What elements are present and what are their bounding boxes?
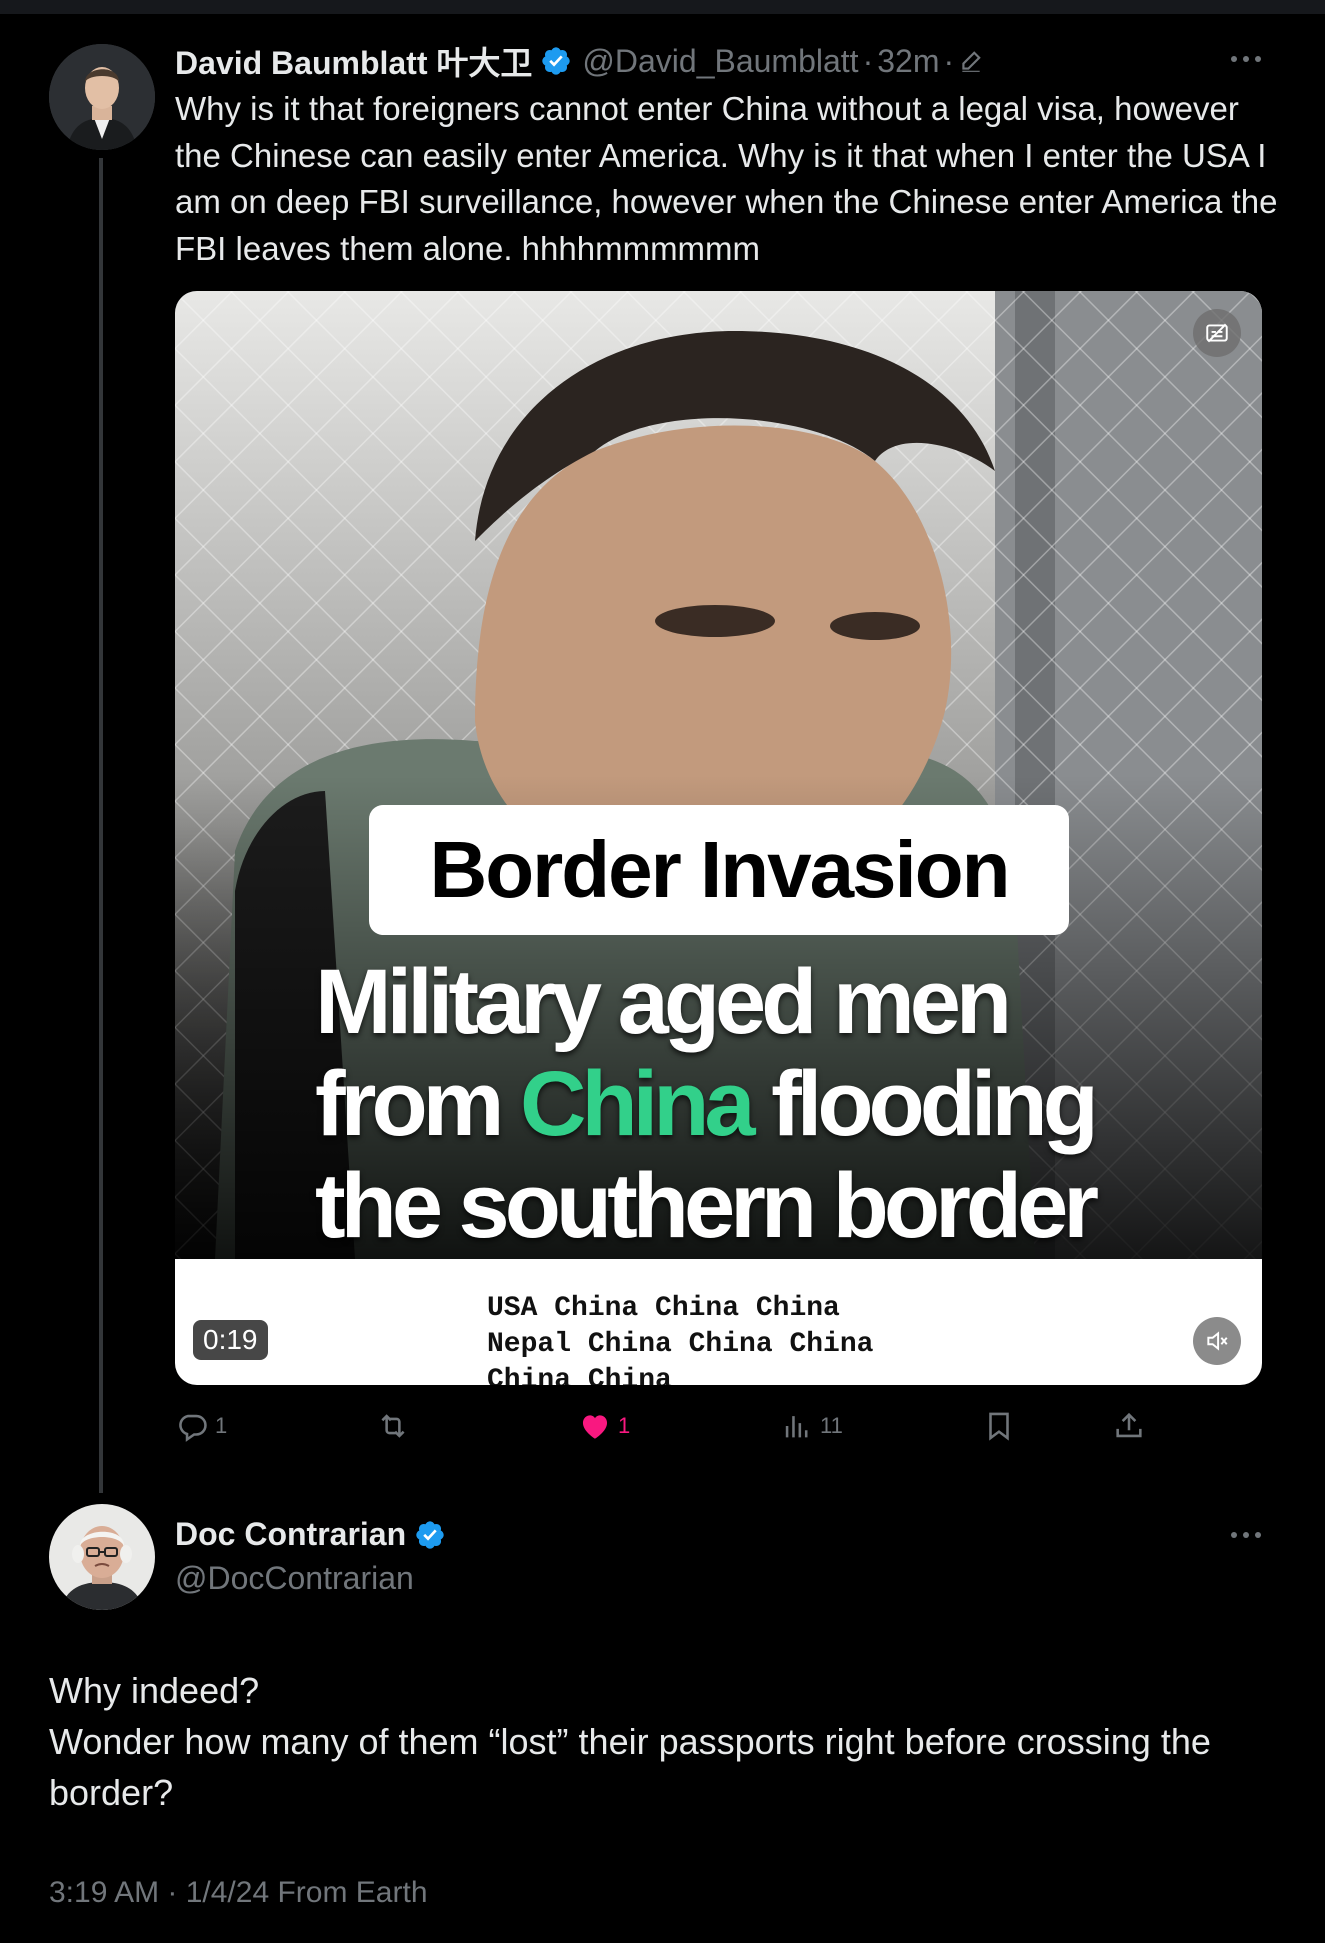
reply-header: Doc Contrarian xyxy=(175,1516,456,1553)
headline-line-1: Military aged men xyxy=(315,951,1012,1053)
retweet-icon xyxy=(381,1414,405,1438)
headline-line-3: the southern border xyxy=(315,1155,1099,1257)
thread-line xyxy=(99,158,103,1493)
reply-timestamp[interactable]: 3:19 AM · 1/4/24 From Earth xyxy=(49,1876,428,1910)
like-count: 1 xyxy=(618,1413,631,1438)
reply-author-handle[interactable]: @DocContrarian xyxy=(175,1560,414,1597)
video-headline: Military aged men from China flooding th… xyxy=(315,951,1235,1257)
edit-pencil-icon xyxy=(958,48,984,74)
headline-china: China xyxy=(520,1053,756,1155)
captions-off-icon[interactable] xyxy=(1193,309,1241,357)
separator: · xyxy=(862,42,874,79)
headline-line-2: from China flooding xyxy=(315,1053,1235,1155)
reply-more-icon[interactable] xyxy=(1226,1525,1266,1545)
reply-count: 1 xyxy=(215,1413,228,1438)
country-list-line-1: USA China China China xyxy=(487,1293,840,1324)
author-name[interactable]: David Baumblatt 叶大卫 xyxy=(175,38,532,84)
reply-icon xyxy=(179,1414,207,1442)
verified-badge-icon xyxy=(540,45,572,77)
country-list: USA China China China Nepal China China … xyxy=(487,1291,987,1385)
top-bar xyxy=(0,0,1325,14)
headline-flooding: flooding xyxy=(750,1053,1099,1155)
author-avatar[interactable] xyxy=(49,44,155,150)
video-caption-box: Border Invasion xyxy=(369,805,1069,935)
video-duration: 0:19 xyxy=(193,1320,268,1360)
tweet-text: Why is it that foreigners cannot enter C… xyxy=(175,90,1278,267)
reply-text-line-1: Why indeed? xyxy=(49,1670,260,1711)
reply-text: Why indeed? Wonder how many of them “los… xyxy=(49,1665,1289,1818)
reply-text-line-2: Wonder how many of them “lost” their pas… xyxy=(49,1721,1211,1813)
retweet-button[interactable] xyxy=(376,1402,410,1450)
reply-button[interactable]: 1 xyxy=(175,1402,227,1450)
separator-2: · xyxy=(943,42,955,79)
bookmark-button[interactable] xyxy=(982,1402,1016,1450)
views-count: 11 xyxy=(820,1413,843,1438)
reply-author-name[interactable]: Doc Contrarian xyxy=(175,1516,406,1553)
tweet-header: David Baumblatt 叶大卫 @David_Baumblatt · 3… xyxy=(175,38,984,84)
mute-icon[interactable] xyxy=(1193,1317,1241,1365)
post-time[interactable]: 32m xyxy=(877,43,939,80)
video-caption-text: Border Invasion xyxy=(429,825,1010,914)
like-icon xyxy=(582,1415,608,1439)
author-handle[interactable]: @David_Baumblatt xyxy=(582,43,858,80)
country-list-line-3: China China xyxy=(487,1365,672,1385)
video-player[interactable]: Border Invasion Military aged men from C… xyxy=(175,291,1262,1385)
country-list-line-2: Nepal China China China xyxy=(487,1329,874,1360)
headline-from: from xyxy=(315,1053,520,1155)
like-button[interactable]: 1 xyxy=(578,1402,630,1450)
reply-author-avatar[interactable] xyxy=(49,1504,155,1610)
views-icon xyxy=(785,1416,808,1438)
bookmark-icon xyxy=(989,1412,1009,1441)
share-icon xyxy=(1116,1412,1142,1438)
reply-verified-badge-icon xyxy=(414,1519,446,1551)
share-button[interactable] xyxy=(1112,1402,1146,1450)
views-button[interactable]: 11 xyxy=(780,1402,843,1450)
more-icon[interactable] xyxy=(1226,49,1266,69)
